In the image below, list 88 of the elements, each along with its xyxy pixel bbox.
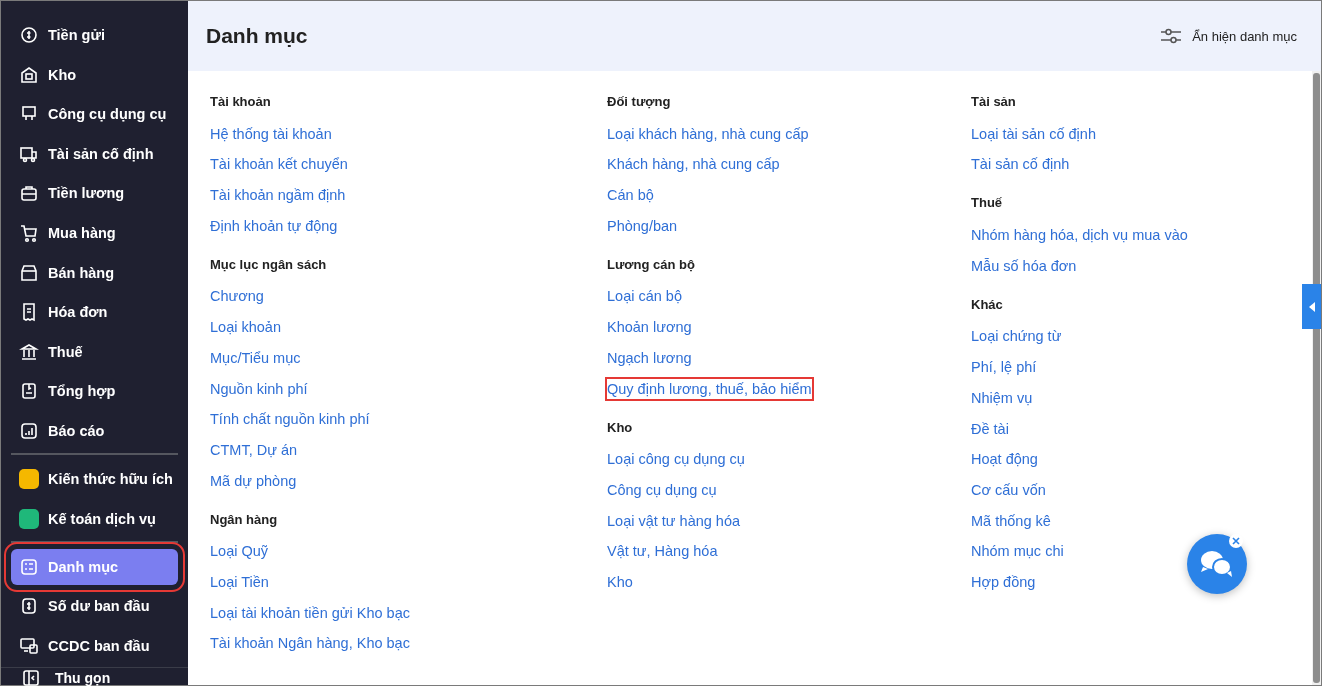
category-link[interactable]: Chương	[210, 286, 264, 307]
menu-icon	[19, 596, 39, 617]
category-link[interactable]: Loại công cụ dụng cụ	[607, 449, 745, 470]
menu-icon	[19, 183, 39, 204]
sidebar-item[interactable]: Hóa đơn	[11, 294, 178, 331]
toggle-categories-button[interactable]: Ẩn hiện danh mục	[1154, 27, 1303, 45]
category-link[interactable]: Hợp đồng	[971, 571, 1036, 592]
menu-icon	[19, 341, 39, 362]
section-title: Thuế	[971, 194, 1004, 213]
category-link[interactable]: Mã dự phòng	[210, 470, 297, 491]
sidebar-item[interactable]: Số dư ban đầu	[11, 588, 178, 625]
category-link[interactable]: Loại vật tư hàng hóa	[607, 510, 741, 531]
menu-icon	[19, 635, 39, 656]
category-link[interactable]: Đề tài	[971, 418, 1009, 439]
category-link[interactable]: Loại Tiền	[210, 571, 269, 592]
section-title: Đối tượng	[607, 93, 672, 111]
category-link[interactable]: Nhóm mục chi	[971, 541, 1064, 562]
category-link[interactable]: Mẫu số hóa đơn	[971, 255, 1077, 276]
section-title: Tài sản	[971, 93, 1017, 111]
category-link[interactable]: Mục/Tiểu mục	[210, 347, 301, 368]
category-link[interactable]: Hoạt động	[971, 449, 1038, 470]
category-link[interactable]: Phí, lệ phí	[971, 357, 1037, 378]
category-link[interactable]: Vật tư, Hàng hóa	[607, 541, 718, 562]
category-link[interactable]: Cơ cấu vốn	[971, 479, 1046, 500]
category-link[interactable]: Tài khoản kết chuyển	[210, 154, 348, 175]
section-title: Mục lục ngân sách	[210, 255, 328, 274]
category-link[interactable]: Quy định lương, thuế, bảo hiểm	[607, 378, 812, 399]
category-link[interactable]: CTMT, Dự án	[210, 439, 298, 460]
page-title: Danh mục	[206, 24, 308, 48]
menu-icon	[19, 262, 39, 283]
sliders-icon	[1160, 28, 1183, 44]
sidebar-item[interactable]: Kế toán dịch vụ	[11, 500, 178, 537]
close-button[interactable]	[1229, 534, 1243, 548]
category-link[interactable]: Loại khoản	[210, 317, 281, 338]
sidebar-item[interactable]: Tiền lương	[11, 175, 178, 212]
category-link[interactable]: Nhiệm vụ	[971, 387, 1033, 408]
category-link[interactable]: Khoản lương	[607, 317, 692, 338]
category-link[interactable]: Phòng/ban	[607, 215, 678, 236]
category-link[interactable]: Loại chứng từ	[971, 326, 1062, 347]
category-link[interactable]: Công cụ dụng cụ	[607, 479, 717, 500]
category-link[interactable]: Tài khoản Ngân hàng, Kho bạc	[210, 633, 410, 654]
category-link[interactable]: Hệ thống tài khoản	[210, 123, 332, 144]
sidebar-item[interactable]: Báo cáo	[11, 412, 178, 449]
section-title: Tài khoản	[210, 93, 272, 111]
menu-icon	[19, 420, 39, 441]
sidebar-item[interactable]: Kho	[11, 56, 178, 93]
category-link[interactable]: Nguồn kinh phí	[210, 378, 308, 399]
category-link[interactable]: Loại Quỹ	[210, 541, 269, 562]
expand-panel-tab[interactable]	[1302, 284, 1321, 329]
category-link[interactable]: Loại tài khoản tiền gửi Kho bạc	[210, 602, 410, 623]
sidebar-item[interactable]: Bán hàng	[11, 254, 178, 291]
sidebar-item[interactable]: Công cụ dụng cụ	[11, 96, 178, 133]
category-link[interactable]: Định khoản tự động	[210, 215, 338, 236]
category-link[interactable]: Nhóm hàng hóa, dịch vụ mua vào	[971, 225, 1188, 246]
category-link[interactable]: Khách hàng, nhà cung cấp	[607, 154, 780, 175]
collapse-icon	[21, 668, 41, 686]
caret-icon	[1308, 301, 1315, 312]
close-icon	[1232, 537, 1240, 545]
sidebar-item[interactable]: Tài sản cố định	[11, 135, 178, 172]
sidebar-item[interactable]: CCDC ban đầu	[11, 627, 178, 664]
sidebar-item[interactable]: Tổng hợp	[11, 373, 178, 410]
category-link[interactable]: Kho	[607, 571, 633, 592]
sidebar-item[interactable]: Tiền gửi	[11, 17, 178, 53]
sidebar-item[interactable]: Thuế	[11, 333, 178, 370]
category-link[interactable]: Loại cán bộ	[607, 286, 682, 307]
section-title: Ngân hàng	[210, 510, 279, 529]
category-link[interactable]: Mã thống kê	[971, 510, 1051, 531]
section-title: Lương cán bộ	[607, 255, 696, 274]
sidebar-item[interactable]: Kiến thức hữu ích	[11, 460, 178, 497]
category-link[interactable]: Tài sản cố định	[971, 154, 1070, 175]
collapse-button[interactable]: Thu gọn	[1, 667, 188, 686]
category-link[interactable]: Cán bộ	[607, 185, 654, 206]
menu-icon	[19, 556, 39, 577]
scrollbar-thumb[interactable]	[1313, 73, 1320, 683]
category-link[interactable]: Loại khách hàng, nhà cung cấp	[607, 123, 809, 144]
category-link[interactable]: Tài khoản ngầm định	[210, 185, 346, 206]
chat-icon	[1199, 549, 1235, 579]
menu-icon	[19, 64, 39, 85]
sidebar-item[interactable]: Mua hàng	[11, 214, 178, 251]
category-link[interactable]: Ngạch lương	[607, 347, 692, 368]
menu-icon	[19, 25, 39, 45]
chat-button[interactable]	[1187, 534, 1247, 594]
menu-icon	[19, 381, 39, 402]
category-link[interactable]: Tính chất nguồn kinh phí	[210, 409, 370, 430]
section-title: Kho	[607, 418, 634, 437]
menu-icon	[19, 222, 39, 243]
category-link[interactable]: Loại tài sản cố định	[971, 123, 1096, 144]
section-title: Khác	[971, 295, 1004, 314]
